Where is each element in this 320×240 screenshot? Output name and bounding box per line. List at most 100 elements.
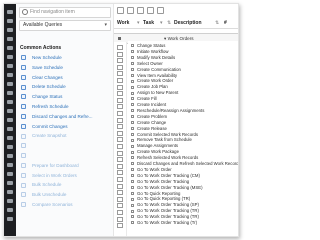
- row-checkbox[interactable]: [117, 144, 123, 149]
- row-checkbox[interactable]: [117, 130, 123, 136]
- context-menu-label: Create Incident: [137, 102, 167, 107]
- row-checkbox[interactable]: [117, 71, 123, 77]
- queries-select[interactable]: Available Queries ▾: [19, 20, 111, 31]
- column-work[interactable]: Work: [117, 19, 129, 27]
- row-checkbox[interactable]: [117, 177, 123, 182]
- nav-rail-icon[interactable]: [7, 172, 13, 176]
- row-checkbox[interactable]: [117, 163, 123, 169]
- nav-rail-icon[interactable]: [7, 64, 13, 68]
- nav-rail-icon[interactable]: [7, 73, 13, 77]
- row-checkbox[interactable]: [117, 117, 123, 123]
- nav-rail-icon[interactable]: [7, 55, 13, 59]
- common-action-item[interactable]: Commit Changes: [21, 123, 111, 131]
- common-action-item[interactable]: Bulk Schedule: [21, 181, 111, 189]
- common-action-item[interactable]: Compare Scenarios: [21, 201, 111, 209]
- row-checkbox[interactable]: [117, 203, 123, 209]
- common-action-item[interactable]: Refresh Schedule: [21, 103, 111, 111]
- row-checkbox[interactable]: [117, 137, 123, 143]
- row-checkbox[interactable]: [117, 111, 123, 116]
- nav-rail-icon[interactable]: [7, 190, 13, 194]
- column-description[interactable]: Description: [174, 19, 202, 27]
- common-action-item[interactable]: Create Snapshot: [21, 132, 111, 140]
- nav-rail-icon[interactable]: [7, 118, 13, 122]
- nav-rail-icon[interactable]: [7, 91, 13, 95]
- common-action-item[interactable]: [21, 142, 111, 150]
- nav-rail-icon[interactable]: [7, 145, 13, 149]
- row-checkbox[interactable]: [117, 223, 123, 229]
- row-checkbox[interactable]: [117, 124, 123, 130]
- nav-rail-icon[interactable]: [7, 37, 13, 41]
- row-checkbox[interactable]: [117, 51, 123, 57]
- row-checkbox[interactable]: [117, 45, 123, 50]
- nav-rail-icon[interactable]: [7, 217, 13, 221]
- row-checkbox[interactable]: [117, 170, 123, 176]
- common-action-label: Compare Scenarios: [32, 202, 73, 207]
- menu-item-icon: [131, 103, 134, 107]
- common-action-item[interactable]: Save Schedule: [21, 64, 111, 72]
- column-number[interactable]: #: [224, 19, 227, 27]
- nav-rail-icon[interactable]: [7, 181, 13, 185]
- sort-icon[interactable]: ⇅: [167, 19, 171, 27]
- collapse-icon[interactable]: [127, 7, 134, 14]
- nav-rail-icon[interactable]: [7, 109, 13, 113]
- settings-icon[interactable]: [157, 7, 164, 14]
- nav-rail-icon[interactable]: [7, 199, 13, 203]
- row-checkbox[interactable]: [117, 84, 123, 90]
- row-checkbox[interactable]: [117, 64, 123, 70]
- nav-rail-icon[interactable]: [7, 82, 13, 86]
- context-menu-label: Select Owner: [137, 60, 163, 66]
- expand-icon[interactable]: [117, 7, 124, 14]
- menu-item-icon: [131, 73, 134, 77]
- nav-rail-icon[interactable]: [7, 100, 13, 104]
- context-menu-item[interactable]: Go To Work Order Tracking (Tr): [128, 220, 238, 226]
- search-input[interactable]: Find navigation item: [19, 7, 111, 18]
- column-task[interactable]: Task: [143, 19, 154, 27]
- nav-rail-icon[interactable]: [7, 136, 13, 140]
- nav-rail-icon[interactable]: [7, 127, 13, 131]
- row-checkbox[interactable]: [117, 157, 123, 163]
- row-checkbox[interactable]: [117, 91, 123, 97]
- compare-icon: [21, 202, 26, 208]
- nav-rail-icon[interactable]: [7, 46, 13, 50]
- context-menu-label: Assign to New Parent: [137, 90, 179, 96]
- menu-item-icon: [131, 150, 134, 154]
- common-action-label: Save Schedule: [32, 64, 63, 70]
- nav-rail-icon[interactable]: [7, 154, 13, 158]
- menu-item-icon: [131, 91, 134, 95]
- dashboard-icon: [21, 163, 26, 169]
- row-checkbox[interactable]: [117, 78, 123, 83]
- nav-rail-icon[interactable]: [7, 208, 13, 212]
- common-action-item[interactable]: Select in Work Orders: [21, 172, 111, 180]
- row-checkbox[interactable]: [117, 216, 123, 222]
- common-action-item[interactable]: Prepare for Dashboard: [21, 162, 111, 170]
- row-checkbox[interactable]: [117, 104, 123, 110]
- nav-rail-icon[interactable]: [7, 10, 13, 14]
- row-checkbox[interactable]: [117, 210, 123, 215]
- nav-rail-icon[interactable]: [7, 163, 13, 167]
- common-action-item[interactable]: Clear Changes: [21, 74, 111, 82]
- columns-icon[interactable]: [147, 7, 154, 14]
- row-checkbox[interactable]: [117, 58, 123, 64]
- common-action-item[interactable]: [21, 152, 111, 160]
- context-menu-label: Refresh Selected Work Records: [137, 155, 199, 161]
- context-menu-label: Reschedule/Reassign Assignments: [137, 107, 205, 113]
- row-checkbox[interactable]: [117, 196, 123, 202]
- common-action-item[interactable]: Bulk Unschedule: [21, 191, 111, 199]
- common-action-item[interactable]: Change Status: [21, 93, 111, 101]
- common-action-item[interactable]: New Schedule: [21, 54, 111, 62]
- row-checkbox[interactable]: [117, 150, 123, 156]
- nav-rail-icon[interactable]: [7, 19, 13, 23]
- discard-icon: [21, 114, 26, 120]
- common-action-item[interactable]: Discard Changes and Refre...: [21, 113, 111, 121]
- context-menu-label: Create Problem: [137, 113, 168, 119]
- row-checkbox[interactable]: [117, 183, 123, 189]
- row-checkbox[interactable]: [117, 97, 123, 103]
- row-checkbox[interactable]: [117, 190, 123, 196]
- context-menu-label: View Item Availability: [137, 72, 177, 78]
- filter-icon[interactable]: [137, 7, 144, 14]
- nav-rail-icon[interactable]: [7, 28, 13, 32]
- filter-icon[interactable]: ▾: [160, 19, 163, 27]
- sort-icon[interactable]: ▾: [137, 19, 140, 27]
- common-action-item[interactable]: Delete Schedule: [21, 83, 111, 91]
- sort-icon[interactable]: ⇅: [215, 19, 219, 27]
